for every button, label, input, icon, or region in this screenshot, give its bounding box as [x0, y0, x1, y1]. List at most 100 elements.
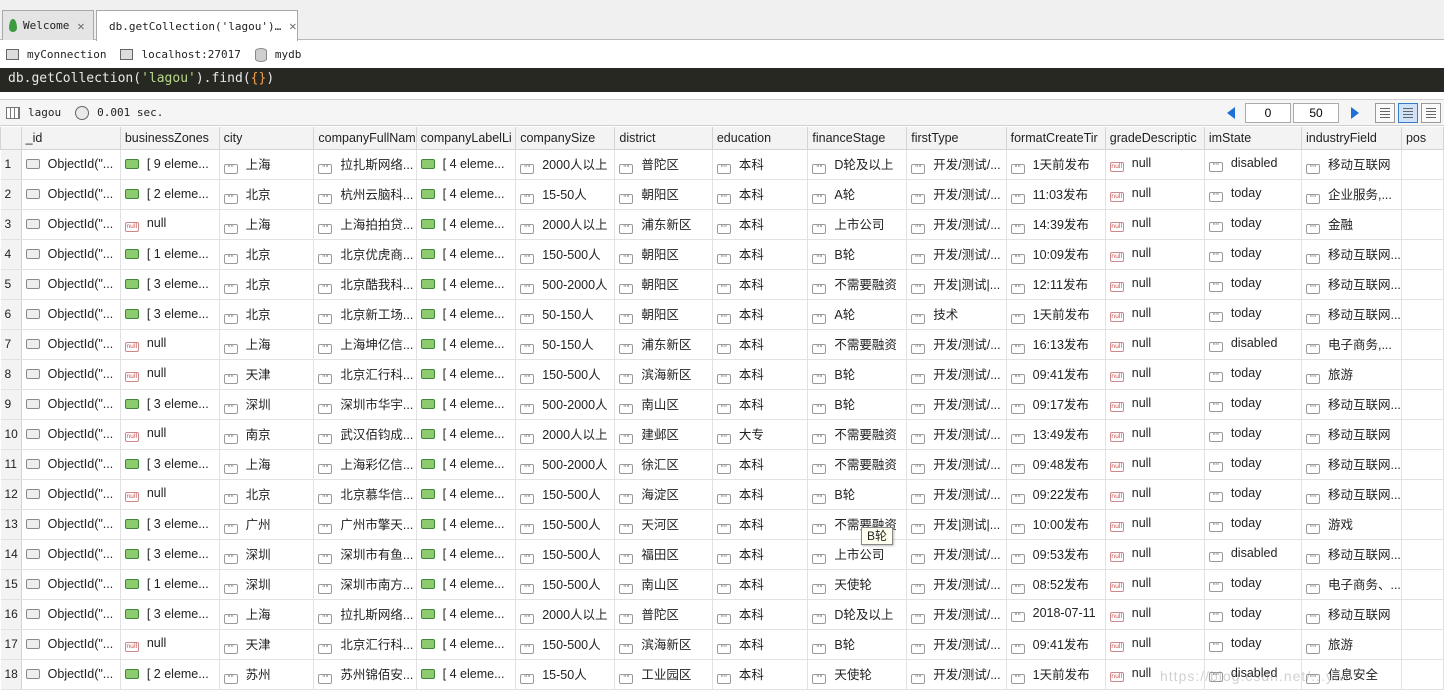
table-cell[interactable]	[1401, 209, 1444, 240]
table-cell[interactable]: "" 技术	[906, 299, 1007, 330]
table-cell[interactable]: "" 滨海新区	[614, 359, 713, 390]
table-cell[interactable]: "" 深圳	[219, 539, 315, 570]
table-cell[interactable]: "" 广州	[219, 509, 315, 540]
table-cell[interactable]: "" 工业园区	[614, 659, 713, 690]
table-cell[interactable]: "" 移动互联网...	[1301, 539, 1402, 570]
table-cell[interactable]: "" 天使轮	[807, 659, 908, 690]
table-cell[interactable]: "" 移动互联网...	[1301, 479, 1402, 510]
table-cell[interactable]: "" 不需要融资	[807, 269, 908, 300]
column-header[interactable]: companySize	[515, 127, 616, 150]
table-cell[interactable]: "" 移动互联网...	[1301, 389, 1402, 420]
table-cell[interactable]	[1401, 359, 1444, 390]
table-cell[interactable]: "" 移动互联网...	[1301, 269, 1402, 300]
column-header[interactable]: education	[711, 127, 809, 150]
table-cell[interactable]: "" 北京	[219, 179, 315, 210]
table-cell[interactable]: "" 北京优虎商...	[313, 239, 417, 270]
table-cell[interactable]: "" today	[1204, 449, 1302, 480]
database-name[interactable]: mydb	[254, 47, 301, 62]
table-cell[interactable]: "" 拉扎斯网络...	[313, 149, 417, 180]
table-cell[interactable]: "" 开发/测试/...	[906, 149, 1007, 180]
table-cell[interactable]: "" 开发/测试/...	[906, 389, 1007, 420]
table-cell[interactable]: ObjectId("...	[21, 659, 121, 690]
table-cell[interactable]: "" disabled	[1204, 149, 1302, 180]
table-cell[interactable]: "" D轮及以上	[807, 149, 908, 180]
table-cell[interactable]	[1401, 419, 1444, 450]
table-cell[interactable]: "" 上海	[219, 209, 315, 240]
table-cell[interactable]: "" 本科	[712, 449, 809, 480]
table-cell[interactable]: "" 1天前发布	[1006, 659, 1106, 690]
table-cell[interactable]: "" 开发/测试/...	[906, 419, 1007, 450]
table-cell[interactable]: [ 3 eleme...	[120, 389, 220, 420]
table-cell[interactable]: "" 500-2000人	[515, 269, 616, 300]
table-cell[interactable]: "" 移动互联网	[1301, 149, 1402, 180]
table-cell[interactable]: null null	[1105, 299, 1205, 330]
table-cell[interactable]: "" 本科	[712, 179, 809, 210]
table-cell[interactable]: "" today	[1204, 599, 1302, 630]
table-cell[interactable]	[1401, 329, 1444, 360]
column-header[interactable]: industryField	[1300, 127, 1402, 150]
table-cell[interactable]: "" 15-50人	[515, 659, 616, 690]
table-cell[interactable]: [ 4 eleme...	[416, 179, 517, 210]
table-row[interactable]: 16 ObjectId("... [ 3 eleme... "" 上海 "" 拉扎斯网络..…	[0, 599, 1444, 630]
table-row[interactable]: 7 ObjectId("... null null "" 上海 "" 上海坤亿信... [ 4 …	[0, 329, 1444, 360]
table-cell[interactable]: "" 50-150人	[515, 329, 616, 360]
table-cell[interactable]: "" 不需要融资	[807, 449, 908, 480]
table-cell[interactable]: [ 4 eleme...	[416, 359, 517, 390]
table-cell[interactable]: [ 3 eleme...	[120, 539, 220, 570]
table-cell[interactable]: "" 深圳市南方...	[313, 569, 417, 600]
table-cell[interactable]: "" today	[1204, 629, 1302, 660]
table-cell[interactable]: ObjectId("...	[21, 359, 121, 390]
table-cell[interactable]: null null	[1105, 569, 1205, 600]
table-cell[interactable]: "" 苏州锦佰安...	[313, 659, 417, 690]
table-cell[interactable]: "" today	[1204, 239, 1302, 270]
table-cell[interactable]: [ 4 eleme...	[416, 479, 517, 510]
table-cell[interactable]: [ 3 eleme...	[120, 449, 220, 480]
table-cell[interactable]: "" 2000人以上	[515, 209, 616, 240]
table-cell[interactable]: "" 拉扎斯网络...	[313, 599, 417, 630]
table-cell[interactable]: [ 4 eleme...	[416, 539, 517, 570]
table-cell[interactable]: "" 150-500人	[515, 479, 616, 510]
table-cell[interactable]: "" 天津	[219, 359, 315, 390]
table-row[interactable]: 6 ObjectId("... [ 3 eleme... "" 北京 "" 北京新工场...…	[0, 299, 1444, 330]
table-cell[interactable]: [ 4 eleme...	[416, 389, 517, 420]
table-cell[interactable]: "" 上海	[219, 149, 315, 180]
table-row[interactable]: 12 ObjectId("... null null "" 北京 "" 北京慕华信... [ 4…	[0, 479, 1444, 510]
table-cell[interactable]: "" 普陀区	[614, 599, 713, 630]
table-cell[interactable]: "" 开发/测试/...	[906, 659, 1007, 690]
table-cell[interactable]: "" 09:22发布	[1006, 479, 1106, 510]
table-cell[interactable]: "" 天使轮	[807, 569, 908, 600]
table-cell[interactable]: "" 1天前发布	[1006, 299, 1106, 330]
table-cell[interactable]: "" 开发/测试/...	[906, 239, 1007, 270]
table-cell[interactable]: "" 北京	[219, 269, 315, 300]
table-cell[interactable]: "" 浦东新区	[614, 329, 713, 360]
table-cell[interactable]: "" 15-50人	[515, 179, 616, 210]
table-cell[interactable]: [ 9 eleme...	[120, 149, 220, 180]
table-cell[interactable]: "" 500-2000人	[515, 449, 616, 480]
table-cell[interactable]: [ 4 eleme...	[416, 149, 517, 180]
table-cell[interactable]	[1401, 569, 1444, 600]
table-cell[interactable]: "" 移动互联网	[1301, 419, 1402, 450]
table-cell[interactable]: "" B轮	[807, 629, 908, 660]
table-cell[interactable]: "" 上海彩亿信...	[313, 449, 417, 480]
table-row[interactable]: 1 ObjectId("... [ 9 eleme... "" 上海 "" 拉扎斯网络...…	[0, 149, 1444, 180]
next-page-icon[interactable]	[1351, 106, 1359, 119]
table-cell[interactable]: "" 本科	[712, 299, 809, 330]
table-cell[interactable]: [ 2 eleme...	[120, 179, 220, 210]
table-cell[interactable]: null null	[120, 209, 220, 240]
table-cell[interactable]: "" 150-500人	[515, 539, 616, 570]
table-cell[interactable]: "" 不需要融资	[807, 329, 908, 360]
table-row[interactable]: 4 ObjectId("... [ 1 eleme... "" 北京 "" 北京优虎商...…	[0, 239, 1444, 270]
close-icon[interactable]: ✕	[77, 19, 84, 33]
table-cell[interactable]: "" 本科	[712, 239, 809, 270]
table-cell[interactable]: "" 13:49发布	[1006, 419, 1106, 450]
table-cell[interactable]: "" 本科	[712, 659, 809, 690]
table-cell[interactable]: [ 3 eleme...	[120, 269, 220, 300]
table-cell[interactable]: "" 北京酷我科...	[313, 269, 417, 300]
table-cell[interactable]: "" 150-500人	[515, 359, 616, 390]
table-cell[interactable]: ObjectId("...	[21, 149, 121, 180]
table-cell[interactable]	[1401, 539, 1444, 570]
table-cell[interactable]: "" 开发/测试/...	[906, 449, 1007, 480]
table-cell[interactable]	[1401, 629, 1444, 660]
table-cell[interactable]: "" 本科	[712, 569, 809, 600]
table-cell[interactable]	[1401, 449, 1444, 480]
